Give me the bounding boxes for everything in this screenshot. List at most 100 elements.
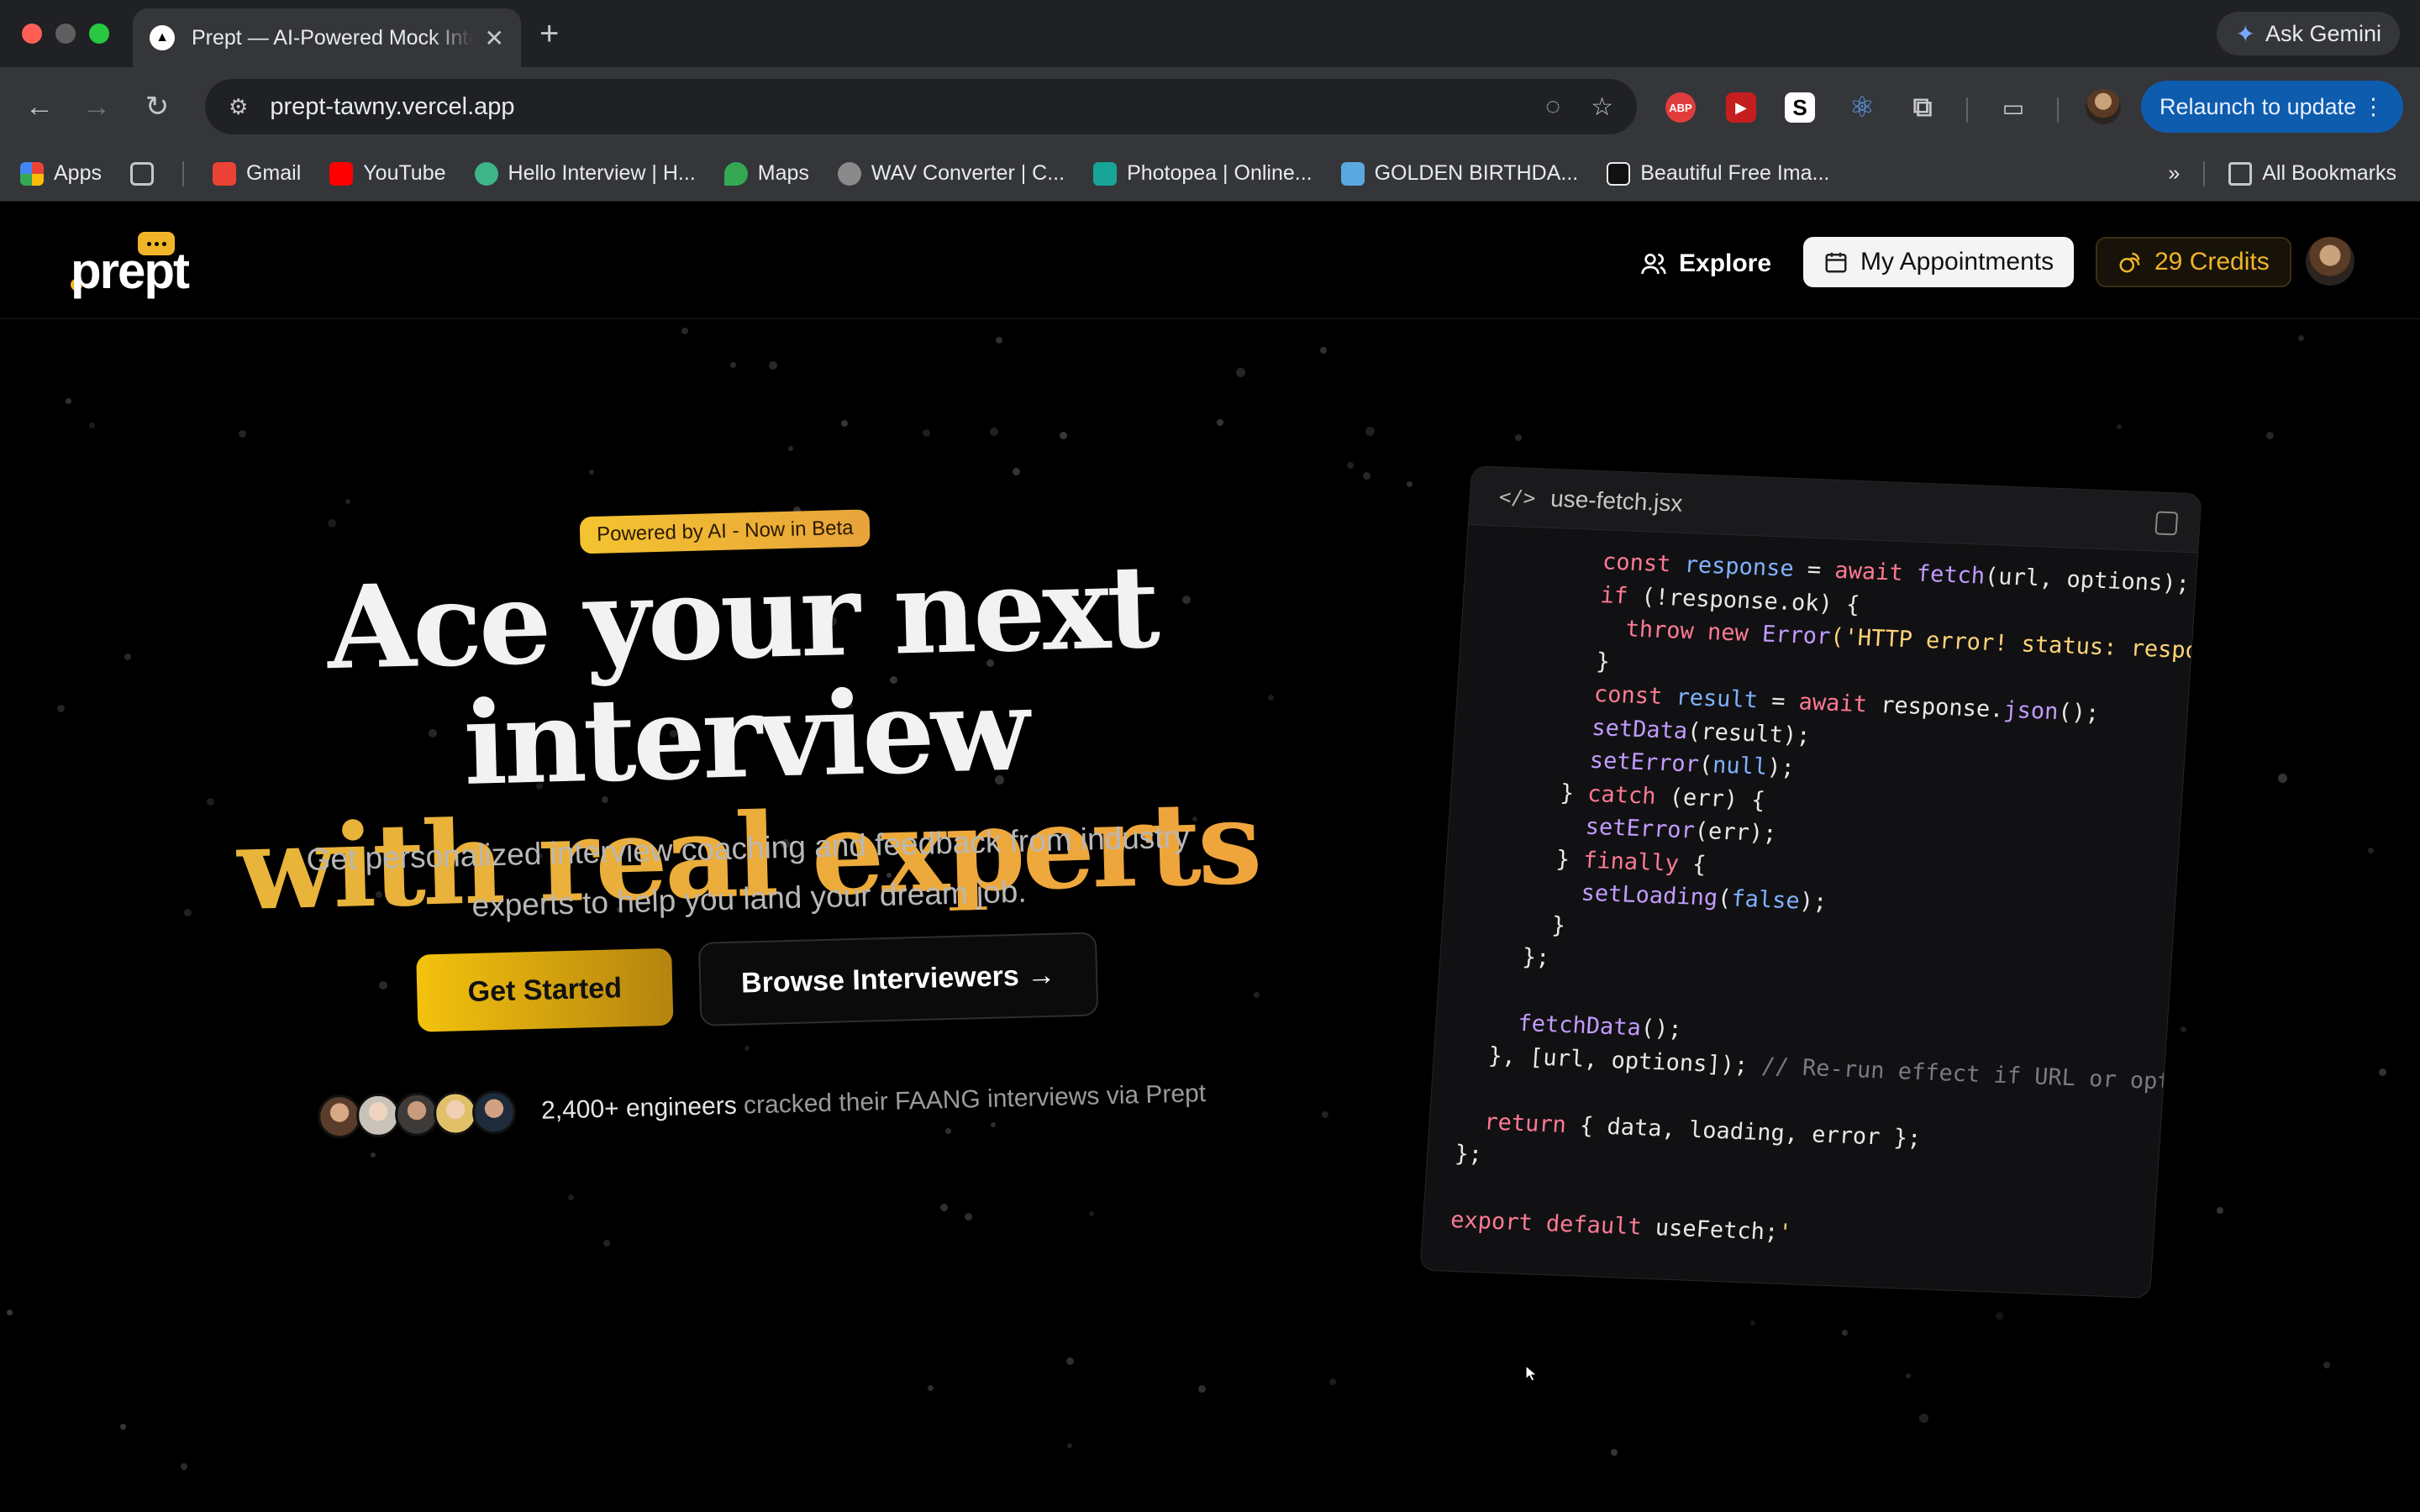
close-tab-icon[interactable]: ✕ — [485, 24, 504, 52]
star-dot — [681, 328, 688, 334]
star-dot — [744, 1046, 750, 1051]
image-icon — [1340, 161, 1365, 186]
star-dot — [328, 519, 336, 528]
get-started-button[interactable]: Get Started — [416, 948, 674, 1032]
reload-icon[interactable]: ↻ — [136, 86, 178, 128]
more-bookmarks-chevron-icon[interactable]: » — [2168, 161, 2180, 186]
star-dot — [1996, 1312, 2003, 1320]
avatar — [433, 1090, 478, 1137]
active-tab[interactable]: ▲ Prept — AI-Powered Mock Interviews ✕ — [133, 8, 521, 67]
react-devtools-icon[interactable]: ⚛ — [1847, 92, 1877, 123]
url-text: prept-tawny.vercel.app — [270, 92, 515, 120]
toolbar-divider — [1966, 97, 1968, 123]
star-dot — [1407, 481, 1413, 487]
star-dot — [1217, 419, 1223, 426]
star-dot — [2379, 1068, 2386, 1076]
my-appointments-button[interactable]: My Appointments — [1803, 237, 2075, 287]
bookmark-apps[interactable]: Apps — [20, 161, 102, 186]
vercel-favicon-icon: ▲ — [150, 25, 175, 50]
prept-logo[interactable]: prept — [71, 232, 197, 299]
star-dot — [769, 361, 777, 370]
bookmark-photopea[interactable]: Photopea | Online... — [1093, 161, 1313, 186]
extensions-puzzle-icon[interactable]: ⧉ — [1907, 92, 1938, 123]
bookmark-hello-interview[interactable]: Hello Interview | H... — [474, 161, 696, 186]
page-viewport: prept Explore My Appointments 29 Credits… — [0, 202, 2420, 1512]
engineer-avatars — [317, 1089, 517, 1139]
bookmark-youtube[interactable]: YouTube — [329, 161, 446, 186]
credits-label: 29 Credits — [2154, 248, 2270, 276]
bookmark-golden-birthday[interactable]: GOLDEN BIRTHDA... — [1340, 161, 1578, 186]
eye-slash-icon[interactable]: ◌ — [1545, 92, 1560, 121]
star-dot — [1013, 468, 1020, 475]
star-dot — [371, 1152, 376, 1158]
apps-grid-icon — [20, 161, 44, 186]
bookmark-free-images[interactable]: Beautiful Free Ima... — [1607, 161, 1829, 186]
avatar — [355, 1093, 401, 1138]
adblock-plus-icon[interactable]: ABP — [1665, 92, 1696, 123]
bookmark-gmail[interactable]: Gmail — [212, 161, 301, 186]
code-brackets-icon: </> — [1498, 484, 1537, 510]
bookmark-maps[interactable]: Maps — [723, 161, 809, 186]
user-avatar[interactable] — [2306, 237, 2354, 286]
browser-tab-bar: ▲ Prept — AI-Powered Mock Interviews ✕ +… — [0, 0, 2420, 67]
star-dot — [2298, 335, 2304, 341]
appointments-label: My Appointments — [1860, 248, 2054, 276]
avatar — [471, 1089, 517, 1135]
site-info-icon[interactable]: ⚙ — [229, 94, 248, 120]
address-bar[interactable]: ⚙ prept-tawny.vercel.app ◌ ☆ — [205, 79, 1637, 134]
folder-icon — [2228, 161, 2253, 186]
bookmark-tab-groups[interactable] — [129, 161, 154, 186]
star-dot — [2323, 1362, 2330, 1368]
avatar — [394, 1092, 439, 1137]
forward-arrow-icon[interactable]: → — [76, 86, 118, 128]
star-dot — [1750, 1320, 1755, 1326]
coins-icon — [2119, 252, 2140, 273]
code-body: const response = await fetch(url, option… — [1423, 525, 2202, 1263]
minimize-window-button[interactable] — [55, 24, 76, 44]
star-dot — [568, 1194, 574, 1200]
bookmark-star-icon[interactable]: ☆ — [1591, 92, 1613, 122]
browser-toolbar: ← → ↻ ⚙ prept-tawny.vercel.app ◌ ☆ ABP ▶… — [0, 67, 2420, 146]
kebab-menu-icon: ⋮ — [2362, 93, 2385, 119]
star-dot — [2368, 848, 2374, 853]
all-bookmarks-button[interactable]: All Bookmarks — [2228, 161, 2396, 186]
code-snippet-card: </> use-fetch.jsx const response = await… — [1419, 465, 2202, 1299]
star-dot — [940, 1204, 948, 1211]
calendar-icon — [1825, 252, 1847, 273]
ask-gemini-label: Ask Gemini — [2265, 20, 2381, 46]
bookmark-wav-converter[interactable]: WAV Converter | C... — [837, 161, 1065, 186]
users-icon — [1641, 254, 1666, 275]
new-tab-button[interactable]: + — [539, 15, 559, 52]
browser-profile-avatar[interactable] — [2086, 89, 2121, 124]
copy-icon[interactable] — [2154, 511, 2179, 536]
maximize-window-button[interactable] — [89, 24, 109, 44]
s-extension-icon[interactable]: S — [1785, 92, 1815, 123]
browse-interviewers-button[interactable]: Browse Interviewers → — [697, 932, 1099, 1026]
bookmark-divider — [182, 160, 184, 186]
star-dot — [928, 1385, 934, 1391]
back-arrow-icon[interactable]: ← — [18, 86, 60, 128]
star-dot — [1320, 347, 1327, 354]
star-dot — [239, 430, 246, 438]
maps-pin-icon — [723, 161, 748, 186]
star-dot — [2266, 432, 2274, 439]
relaunch-to-update-button[interactable]: Relaunch to update ⋮ — [2141, 81, 2403, 133]
photopea-icon — [1093, 161, 1118, 186]
star-dot — [181, 1463, 187, 1470]
tab-title: Prept — AI-Powered Mock Interviews — [192, 25, 473, 50]
star-dot — [379, 981, 387, 990]
credits-button[interactable]: 29 Credits — [2096, 237, 2291, 287]
star-dot — [2278, 774, 2287, 783]
explore-link[interactable]: Explore — [1640, 240, 1771, 287]
unsplash-icon — [1607, 161, 1631, 186]
star-dot — [2181, 1026, 2186, 1032]
star-dot — [1906, 1373, 1911, 1378]
youtube-extension-icon[interactable]: ▶ — [1726, 92, 1756, 123]
close-window-button[interactable] — [22, 24, 42, 44]
star-dot — [1329, 1378, 1336, 1385]
tab-search-icon[interactable]: ▭ — [1998, 92, 2028, 123]
ask-gemini-button[interactable]: ✦ Ask Gemini — [2217, 12, 2400, 55]
youtube-icon — [329, 161, 354, 186]
hello-interview-icon — [474, 161, 498, 186]
code-filename: use-fetch.jsx — [1549, 485, 1684, 517]
